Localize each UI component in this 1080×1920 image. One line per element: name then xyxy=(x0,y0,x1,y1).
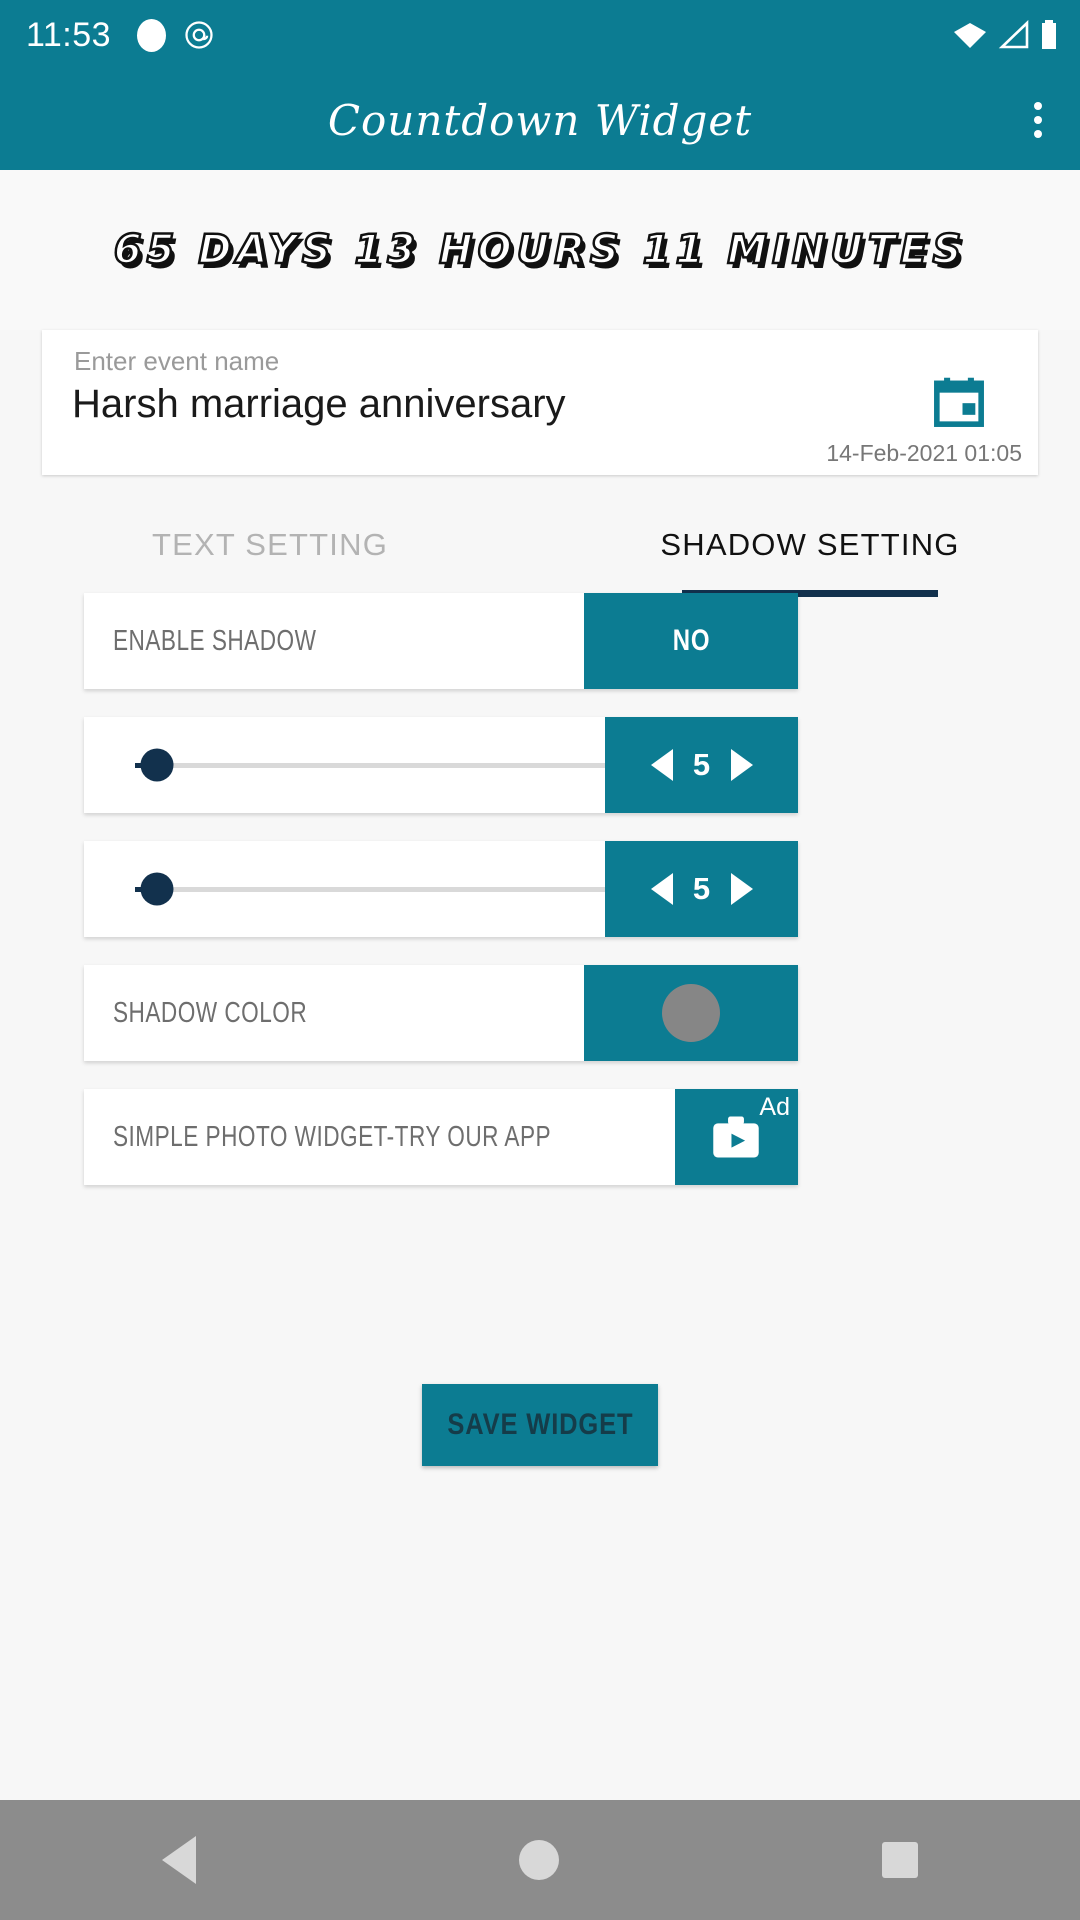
chevron-left-icon[interactable] xyxy=(650,749,673,781)
shadow-offset-slider-container xyxy=(84,841,605,937)
event-date-value[interactable]: 14-Feb-2021 01:05 xyxy=(826,440,1022,467)
chevron-right-icon[interactable] xyxy=(730,873,753,905)
tab-text-setting-label: TEXT SETTING xyxy=(151,526,389,562)
home-icon[interactable] xyxy=(518,1840,559,1880)
status-bar: 11:53 xyxy=(0,0,1080,70)
enable-shadow-toggle-button[interactable]: NO xyxy=(584,593,798,689)
slider-thumb[interactable] xyxy=(140,872,174,906)
shadow-offset-slider[interactable] xyxy=(113,872,605,906)
ad-play-button[interactable]: Ad xyxy=(674,1089,798,1185)
battery-icon xyxy=(1042,20,1056,49)
shadow-radius-slider[interactable] xyxy=(113,748,605,782)
event-name-card[interactable]: Enter event name Harsh marriage annivers… xyxy=(42,330,1038,475)
status-time: 11:53 xyxy=(26,15,112,54)
stepper-controls: 5 xyxy=(605,871,798,907)
slider-track[interactable] xyxy=(135,872,605,906)
ad-label: SIMPLE PHOTO WIDGET-TRY OUR APP xyxy=(113,1120,552,1153)
overflow-menu-icon[interactable] xyxy=(1026,94,1050,146)
shadow-radius-stepper[interactable]: 5 xyxy=(605,717,798,813)
at-icon xyxy=(185,21,213,49)
setting-label-enable-shadow: ENABLE SHADOW xyxy=(113,624,317,657)
android-nav-bar xyxy=(0,1800,1080,1920)
slider-track[interactable] xyxy=(135,748,605,782)
enable-shadow-value: NO xyxy=(672,624,710,657)
slider-thumb[interactable] xyxy=(140,748,174,782)
ad-label-container: SIMPLE PHOTO WIDGET-TRY OUR APP xyxy=(84,1089,675,1185)
shadow-offset-stepper[interactable]: 5 xyxy=(605,841,798,937)
setting-row-ad[interactable]: SIMPLE PHOTO WIDGET-TRY OUR APP Ad xyxy=(84,1089,798,1185)
countdown-preview-text: 65 DAYS 13 HOURS 11 MINUTES xyxy=(112,226,967,275)
setting-row-shadow-offset: 5 xyxy=(84,841,798,937)
event-name-label: Enter event name xyxy=(74,346,280,376)
shadow-radius-slider-container xyxy=(84,717,605,813)
shadow-color-swatch[interactable] xyxy=(662,984,720,1042)
shadow-radius-value: 5 xyxy=(692,747,711,782)
recents-icon[interactable] xyxy=(882,1842,919,1878)
status-notification-icons xyxy=(137,18,214,52)
setting-label-container: ENABLE SHADOW xyxy=(84,593,584,689)
event-name-input[interactable]: Harsh marriage anniversary xyxy=(72,382,566,427)
signal-icon xyxy=(998,20,1029,49)
settings-list: ENABLE SHADOW NO 5 5 SHADOW COLOR SIMPLE… xyxy=(84,593,798,1213)
status-system-icons xyxy=(952,0,1058,70)
setting-row-shadow-radius: 5 xyxy=(84,717,798,813)
wifi-icon xyxy=(954,23,986,48)
play-store-icon xyxy=(713,1116,760,1158)
chevron-left-icon[interactable] xyxy=(650,873,673,905)
setting-row-enable-shadow: ENABLE SHADOW NO xyxy=(84,593,798,689)
circle-icon xyxy=(137,18,167,52)
back-icon[interactable] xyxy=(161,1836,196,1884)
app-bar: Countdown Widget xyxy=(0,70,1080,170)
tab-shadow-setting-label: SHADOW SETTING xyxy=(660,526,960,562)
tab-shadow-setting[interactable]: SHADOW SETTING xyxy=(540,492,1080,597)
ad-badge: Ad xyxy=(759,1093,790,1121)
countdown-preview-area: 65 DAYS 13 HOURS 11 MINUTES xyxy=(0,170,1080,330)
shadow-color-picker-button[interactable] xyxy=(584,965,798,1061)
setting-row-shadow-color: SHADOW COLOR xyxy=(84,965,798,1061)
settings-tab-bar: TEXT SETTING SHADOW SETTING xyxy=(0,492,1080,597)
setting-label-shadow-color: SHADOW COLOR xyxy=(113,996,308,1029)
shadow-offset-value: 5 xyxy=(692,871,711,906)
save-widget-label: SAVE WIDGET xyxy=(447,1408,633,1441)
save-widget-button[interactable]: SAVE WIDGET xyxy=(422,1384,658,1466)
tab-text-setting[interactable]: TEXT SETTING xyxy=(0,492,540,597)
setting-label-container: SHADOW COLOR xyxy=(84,965,584,1061)
page-title: Countdown Widget xyxy=(327,95,753,145)
chevron-right-icon[interactable] xyxy=(730,749,753,781)
stepper-controls: 5 xyxy=(605,747,798,783)
calendar-icon[interactable] xyxy=(930,374,988,430)
